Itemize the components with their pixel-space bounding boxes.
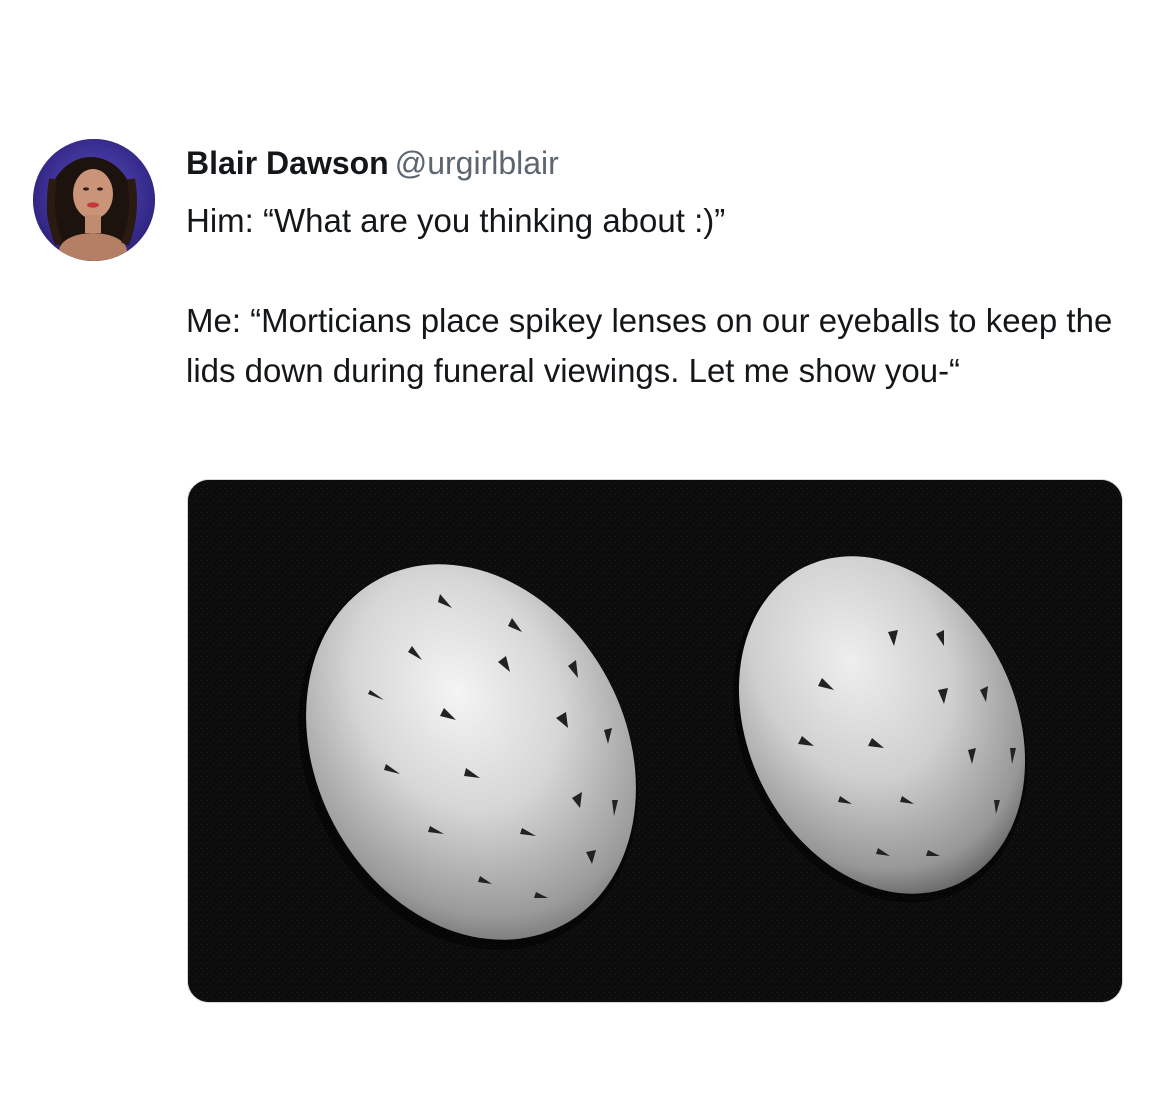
display-name[interactable]: Blair Dawson [186, 145, 389, 181]
user-handle[interactable]: @urgirlblair [395, 145, 559, 181]
tweet-text-line-2: Me: “Morticians place spikey lenses on o… [186, 302, 1113, 389]
spiked-eye-caps-photo-icon [188, 480, 1122, 1002]
tweet-text-line-1: Him: “What are you thinking about :)” [186, 202, 726, 239]
tweet-media[interactable] [187, 479, 1123, 1003]
profile-photo-icon [33, 139, 155, 261]
avatar[interactable] [33, 139, 155, 261]
tweet-header: Blair Dawson @urgirlblair [186, 142, 559, 184]
tweet-text: Him: “What are you thinking about :)” Me… [186, 196, 1136, 396]
tweet: Blair Dawson @urgirlblair Him: “What are … [0, 0, 1158, 1104]
